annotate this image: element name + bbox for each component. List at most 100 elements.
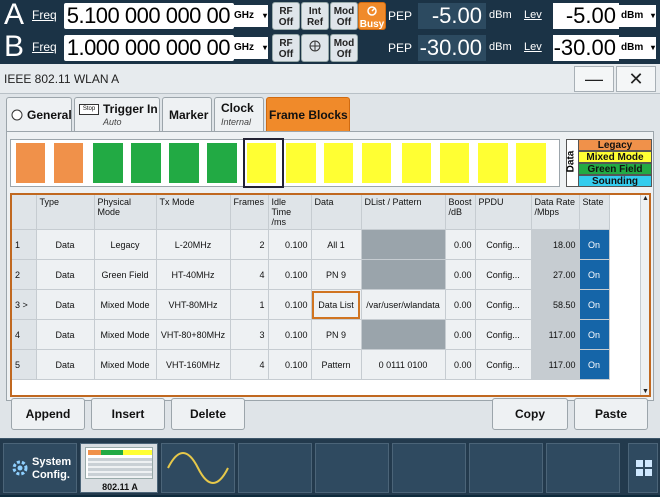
tx-mode-cell[interactable]: VHT-80MHz <box>156 289 231 320</box>
dlist-pattern-cell[interactable] <box>361 229 446 260</box>
lev-a-label[interactable]: Lev <box>524 9 542 21</box>
lev-a-unit[interactable]: dBm ▾ <box>618 5 656 27</box>
freq-b-value[interactable]: 1.000 000 000 00 <box>64 35 234 61</box>
frames-cell[interactable]: 4 <box>230 349 269 380</box>
boost-cell[interactable]: 0.00 <box>445 349 476 380</box>
tab-marker[interactable]: Marker <box>162 97 212 131</box>
idle-time-cell[interactable]: 0.100 <box>268 349 312 380</box>
mod-b-toggle[interactable]: Mod Off <box>330 34 358 62</box>
close-button[interactable]: ✕ <box>616 66 656 92</box>
dlist-pattern-cell[interactable] <box>361 259 446 290</box>
table-row[interactable]: 5 Data Mixed Mode VHT-160MHz 4 0.100 Pattern 0 … <box>12 349 610 380</box>
freq-a-unit[interactable]: GHz ▾ <box>232 5 268 27</box>
ppdu-config-cell[interactable]: Config... <box>475 289 532 320</box>
minimize-button[interactable]: — <box>574 66 614 92</box>
idle-time-cell[interactable]: 0.100 <box>268 319 312 350</box>
freq-b-unit[interactable]: GHz ▾ <box>232 37 268 59</box>
type-cell[interactable]: Data <box>36 319 95 350</box>
physical-mode-cell[interactable]: Mixed Mode <box>94 319 157 350</box>
boost-cell[interactable]: 0.00 <box>445 229 476 260</box>
freq-a-label[interactable]: Freq <box>32 8 57 22</box>
paste-button[interactable]: Paste <box>574 398 648 430</box>
dlist-pattern-cell[interactable]: 0 0111 0100 <box>361 349 446 380</box>
frame-block[interactable] <box>400 140 552 186</box>
data-cell[interactable]: All 1 <box>311 229 362 260</box>
ppdu-config-cell[interactable]: Config... <box>475 229 532 260</box>
scroll-down-icon[interactable]: ▼ <box>642 388 649 395</box>
type-cell[interactable]: Data <box>36 289 95 320</box>
frames-cell[interactable]: 3 <box>230 319 269 350</box>
tx-mode-cell[interactable]: VHT-80+80MHz <box>156 319 231 350</box>
frames-cell[interactable]: 2 <box>230 229 269 260</box>
table-row[interactable]: 4 Data Mixed Mode VHT-80+80MHz 3 0.100 PN 9 0.0… <box>12 319 610 350</box>
tab-clock[interactable]: Clock Internal <box>214 97 264 131</box>
ref-b-toggle[interactable] <box>301 34 329 62</box>
boost-cell[interactable]: 0.00 <box>445 259 476 290</box>
frames-cell[interactable]: 1 <box>230 289 269 320</box>
taskbar-slot-8[interactable] <box>546 443 620 493</box>
taskbar-slot-6[interactable] <box>392 443 466 493</box>
state-cell[interactable]: On <box>579 349 610 380</box>
idle-time-cell[interactable]: 0.100 <box>268 289 312 320</box>
idle-time-cell[interactable]: 0.100 <box>268 259 312 290</box>
lev-b-unit[interactable]: dBm ▾ <box>618 37 656 59</box>
data-cell[interactable]: PN 9 <box>311 259 362 290</box>
boost-cell[interactable]: 0.00 <box>445 319 476 350</box>
mod-a-toggle[interactable]: Mod Off <box>330 2 358 30</box>
rf-a-toggle[interactable]: RF Off <box>272 2 300 30</box>
lev-a-value[interactable]: -5.00 <box>553 3 619 29</box>
append-button[interactable]: Append <box>11 398 85 430</box>
delete-button[interactable]: Delete <box>171 398 245 430</box>
state-cell[interactable]: On <box>579 319 610 350</box>
table-scrollbar[interactable]: ▲ ▼ <box>640 195 649 395</box>
type-cell[interactable]: Data <box>36 229 95 260</box>
ppdu-config-cell[interactable]: Config... <box>475 319 532 350</box>
state-cell[interactable]: On <box>579 229 610 260</box>
insert-button[interactable]: Insert <box>91 398 165 430</box>
scroll-up-icon[interactable]: ▲ <box>642 195 649 202</box>
data-cell[interactable]: Data List <box>311 289 362 320</box>
boost-cell[interactable]: 0.00 <box>445 289 476 320</box>
frame-block[interactable] <box>284 140 398 186</box>
physical-mode-cell[interactable]: Legacy <box>94 229 157 260</box>
taskbar-slot-5[interactable] <box>315 443 389 493</box>
graphics-thumbnail[interactable] <box>161 443 235 493</box>
frame-block[interactable] <box>91 140 243 186</box>
tx-mode-cell[interactable]: VHT-160MHz <box>156 349 231 380</box>
dlist-pattern-cell[interactable] <box>361 319 446 350</box>
freq-b-label[interactable]: Freq <box>32 40 57 54</box>
lev-b-value[interactable]: -30.00 <box>553 35 619 61</box>
dialog-titlebar[interactable]: IEEE 802.11 WLAN A — ✕ <box>0 64 660 94</box>
window-grid-button[interactable] <box>628 443 658 493</box>
ref-a-toggle[interactable]: Int Ref <box>301 2 329 30</box>
physical-mode-cell[interactable]: Mixed Mode <box>94 349 157 380</box>
state-cell[interactable]: On <box>579 259 610 290</box>
lev-b-label[interactable]: Lev <box>524 41 542 53</box>
freq-a-value[interactable]: 5.100 000 000 00 <box>64 3 234 29</box>
data-cell[interactable]: Pattern <box>311 349 362 380</box>
frame-block[interactable] <box>14 140 89 186</box>
tab-frame-blocks[interactable]: Frame Blocks <box>266 97 350 131</box>
ppdu-config-cell[interactable]: Config... <box>475 259 532 290</box>
table-row[interactable]: 2 Data Green Field HT-40MHz 4 0.100 PN 9 0.00 Co… <box>12 259 610 290</box>
table-row[interactable]: 1 Data Legacy L-20MHz 2 0.100 All 1 0.00 Config.… <box>12 229 610 260</box>
type-cell[interactable]: Data <box>36 349 95 380</box>
taskbar-slot-4[interactable] <box>238 443 312 493</box>
tab-general[interactable]: General <box>6 97 72 131</box>
idle-time-cell[interactable]: 0.100 <box>268 229 312 260</box>
tx-mode-cell[interactable]: HT-40MHz <box>156 259 231 290</box>
copy-button[interactable]: Copy <box>492 398 568 430</box>
physical-mode-cell[interactable]: Mixed Mode <box>94 289 157 320</box>
wlan-thumbnail[interactable]: 802.11 A <box>80 443 158 493</box>
system-config-button[interactable]: System Config. <box>3 443 77 493</box>
rf-b-toggle[interactable]: RF Off <box>272 34 300 62</box>
tab-trigger-in[interactable]: Stop Trigger In Auto <box>74 97 160 131</box>
physical-mode-cell[interactable]: Green Field <box>94 259 157 290</box>
table-row[interactable]: 3 > Data Mixed Mode VHT-80MHz 1 0.100 Data Lis… <box>12 289 610 320</box>
state-cell[interactable]: On <box>579 289 610 320</box>
taskbar-slot-7[interactable] <box>469 443 543 493</box>
tx-mode-cell[interactable]: L-20MHz <box>156 229 231 260</box>
frames-cell[interactable]: 4 <box>230 259 269 290</box>
data-cell[interactable]: PN 9 <box>311 319 362 350</box>
ppdu-config-cell[interactable]: Config... <box>475 349 532 380</box>
